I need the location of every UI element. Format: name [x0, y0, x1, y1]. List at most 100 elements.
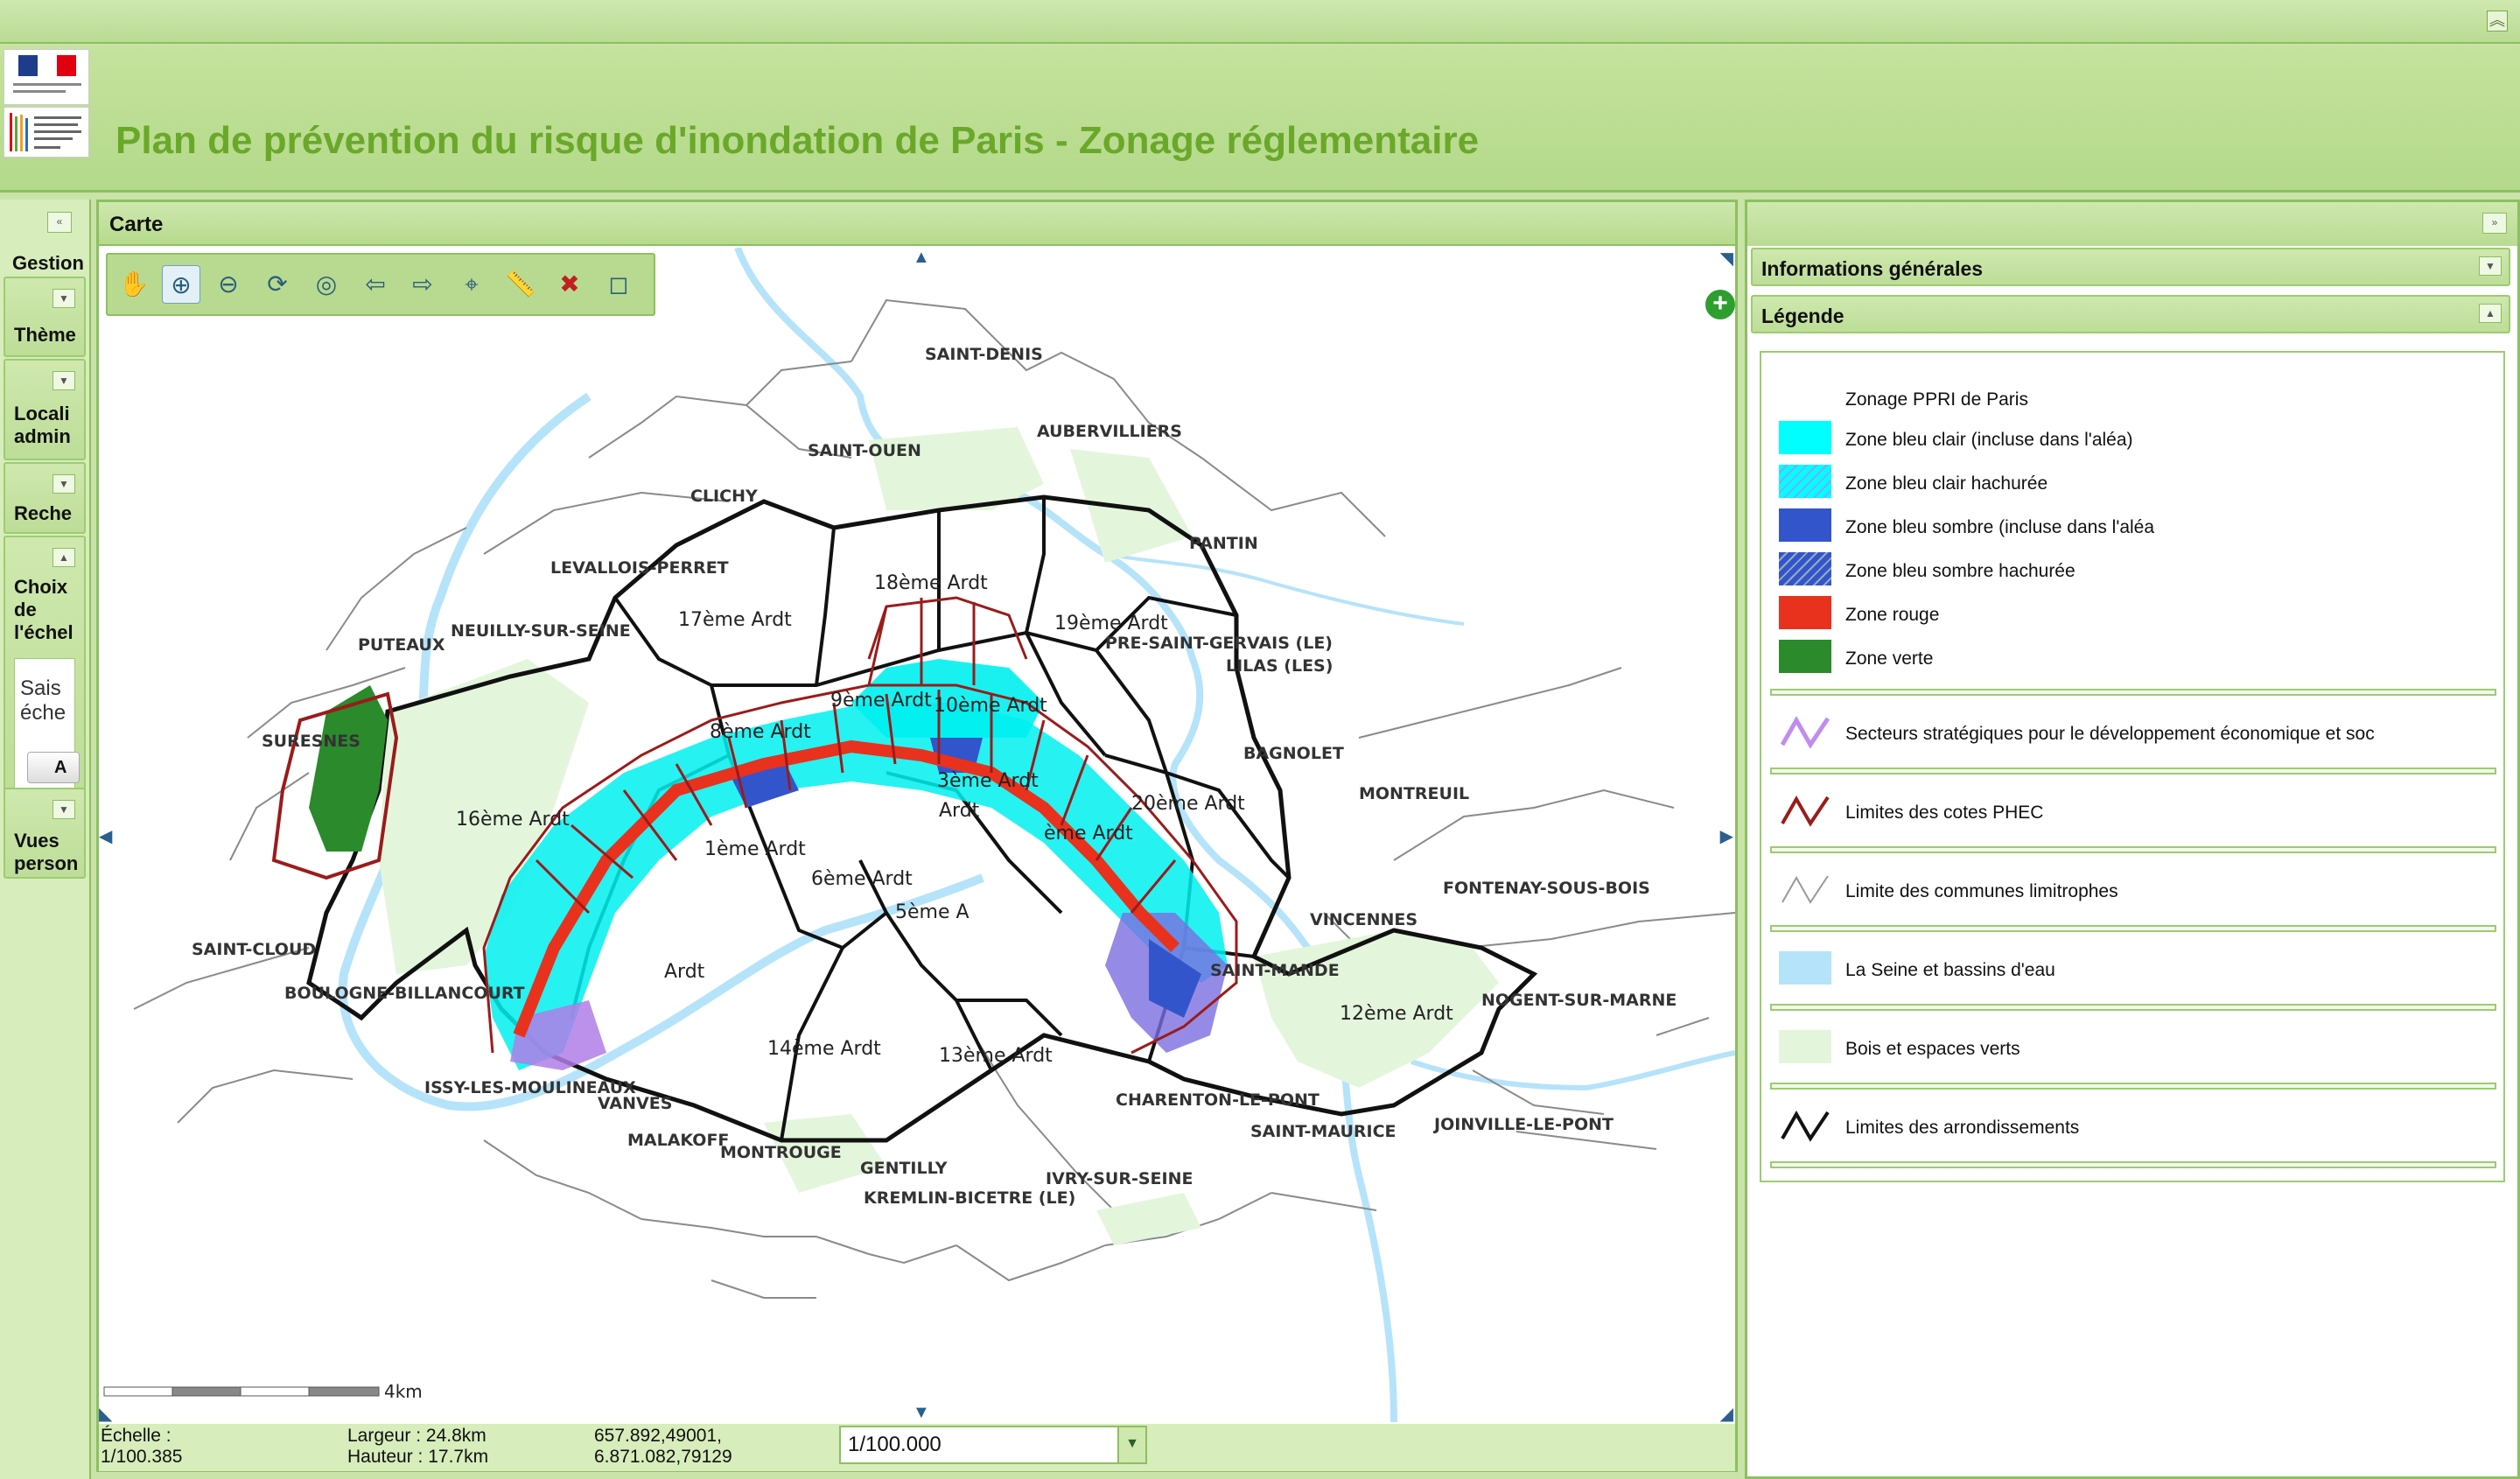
republique-logo — [4, 49, 89, 105]
map-label: 16ème Ardt — [456, 809, 570, 831]
info-generales-bar[interactable]: Informations générales ▼ — [1751, 248, 2510, 286]
legend-label: Limites des cotes PHEC — [1845, 803, 2044, 823]
section-label: Reche — [14, 502, 73, 524]
scale-select[interactable]: 1/100.000 ▼ — [839, 1426, 1147, 1464]
apply-scale-button[interactable]: A — [27, 752, 80, 783]
scale-form: Sais éche A — [14, 658, 80, 795]
map-label: PANTIN — [1189, 534, 1258, 553]
previous-view-icon[interactable]: ⇦ — [356, 265, 395, 304]
swatch-bois — [1779, 1030, 1831, 1063]
map-label: VANVES — [598, 1094, 672, 1113]
swatch-secteurs — [1780, 715, 1830, 748]
map-label: JOINVILLE-LE-PONT — [1432, 1115, 1614, 1134]
chevron-down-icon[interactable]: ▼ — [52, 474, 75, 494]
swatch-verte — [1779, 640, 1831, 673]
swatch-bleu-sombre-hachure — [1779, 552, 1831, 585]
map-label: 13ème Ardt — [939, 1045, 1053, 1067]
section-label: Locali admin — [14, 403, 71, 447]
chevron-down-icon[interactable]: ▼ — [52, 800, 75, 819]
left-panel: « Gestion ▼ Thème ▼ Locali admin ▼ Reche… — [0, 200, 91, 1479]
map-label: SAINT-CLOUD — [192, 940, 316, 959]
next-view-icon[interactable]: ⇨ — [403, 265, 442, 304]
pan-west-icon[interactable]: ◀ — [99, 825, 112, 847]
map-label: 8ème Ardt — [710, 721, 811, 743]
pan-hand-icon[interactable]: ✋ — [115, 265, 153, 304]
pan-north-icon[interactable]: ▲ — [913, 248, 930, 268]
double-chevron-left-icon[interactable]: « — [47, 212, 72, 233]
chevron-down-icon[interactable]: ▼ — [52, 371, 75, 390]
legend-separator — [1770, 1083, 2496, 1090]
map-label: VINCENNES — [1310, 910, 1418, 929]
pan-northeast-icon[interactable]: ◥ — [1720, 248, 1733, 270]
page-title: Plan de prévention du risque d'inondatio… — [116, 119, 1480, 162]
legend-separator — [1770, 1161, 2496, 1168]
coordinate-x: 657.892,49001, — [594, 1426, 722, 1446]
legend-label: Secteurs stratégiques pour le développem… — [1845, 724, 2375, 744]
map-label: 5ème A — [895, 901, 970, 923]
section-recherche[interactable]: ▼ Reche — [4, 462, 86, 534]
map-label: NOGENT-SUR-MARNE — [1481, 991, 1676, 1010]
map-toolbar: ✋ ⊕ ⊖ ⟳ ◎ ⇦ ⇨ ⌖ 📏 ✖ ◻ — [106, 253, 655, 316]
section-theme[interactable]: ▼ Thème — [4, 277, 86, 357]
chevron-down-icon[interactable]: ▼ — [1117, 1427, 1145, 1462]
legend-separator — [1770, 1004, 2496, 1011]
section-label: Vues person — [14, 830, 79, 874]
map-label: Ardt — [664, 961, 705, 983]
map-label: LEVALLOIS-PERRET — [550, 558, 729, 578]
map-label: NEUILLY-SUR-SEINE — [451, 621, 631, 641]
scale-label: Échelle : — [101, 1426, 172, 1446]
legende-bar[interactable]: Légende ▲ — [1751, 295, 2510, 333]
zoom-out-icon[interactable]: ⊖ — [209, 265, 248, 304]
map-label: AUBERVILLIERS — [1037, 422, 1182, 441]
section-choix-echelle[interactable]: ▲ Choix de l'échel Sais éche A — [4, 536, 86, 803]
legend-label: Zone bleu sombre hachurée — [1845, 561, 2076, 581]
legend-label: La Seine et bassins d'eau — [1845, 960, 2055, 980]
status-bar: Échelle : 1/100.385 Largeur : 24.8km Hau… — [99, 1424, 1735, 1471]
map-label: CHARENTON-LE-PONT — [1116, 1090, 1320, 1110]
map-label: SAINT-DENIS — [925, 345, 1043, 364]
clear-icon[interactable]: ✖ — [550, 265, 589, 304]
drieat-logo — [4, 107, 89, 158]
map-label: PRE-SAINT-GERVAIS (LE) — [1105, 634, 1333, 653]
coordinate-y: 6.871.082,79129 — [594, 1447, 732, 1467]
fullscreen-icon[interactable]: ◻ — [599, 265, 638, 304]
flood-zones — [484, 659, 1228, 1070]
map-label: GENTILLY — [860, 1159, 948, 1178]
legend-box: Zonage PPRI de Paris Zone bleu clair (in… — [1760, 351, 2505, 1182]
pan-southeast-icon[interactable]: ◢ — [1720, 1403, 1733, 1422]
measure-icon[interactable]: 📏 — [501, 265, 540, 304]
add-layer-icon[interactable]: + — [1705, 290, 1735, 319]
swatch-bleu-sombre — [1779, 508, 1831, 542]
map-label: MALAKOFF — [627, 1131, 729, 1150]
top-bar: ︽ — [0, 0, 2520, 44]
map-panel: Carte SAINT-DENIS AUBERVILLIERS SAINT-OU… — [96, 200, 1738, 1472]
section-vues[interactable]: ▼ Vues person — [4, 788, 86, 879]
map-label: Ardt — [939, 800, 980, 822]
double-chevron-right-icon[interactable]: » — [2482, 213, 2507, 234]
chevron-down-icon[interactable]: ▼ — [2479, 256, 2502, 276]
map-canvas[interactable]: SAINT-DENIS AUBERVILLIERS SAINT-OUEN CLI… — [99, 248, 1735, 1422]
chevron-up-icon[interactable]: ▲ — [2479, 304, 2502, 323]
map-label: PUTEAUX — [358, 635, 445, 655]
section-label: Choix de l'échel — [14, 576, 74, 643]
map-label: IVRY-SUR-SEINE — [1046, 1169, 1193, 1188]
zoom-extent-icon[interactable]: ◎ — [307, 265, 346, 304]
chevron-down-icon[interactable]: ▼ — [52, 289, 75, 308]
map-label: CLICHY — [690, 487, 758, 506]
swatch-rouge — [1779, 596, 1831, 629]
swatch-bleu-clair-hachure — [1779, 465, 1831, 498]
locate-xy-icon[interactable]: ⌖ — [452, 265, 491, 304]
pan-south-icon[interactable]: ▼ — [913, 1403, 930, 1422]
pan-southwest-icon[interactable]: ◣ — [99, 1403, 112, 1422]
swatch-bleu-clair — [1779, 421, 1831, 454]
chevron-up-icon[interactable]: ▲ — [52, 548, 75, 567]
zoom-in-icon[interactable]: ⊕ — [162, 265, 200, 304]
scale-input[interactable]: Sais éche — [20, 676, 66, 725]
legend-label: Limite des communes limitrophes — [1845, 881, 2118, 901]
map-label: LILAS (LES) — [1226, 656, 1333, 676]
double-chevron-up-icon[interactable]: ︽ — [2487, 11, 2508, 32]
map-svg: SAINT-DENIS AUBERVILLIERS SAINT-OUEN CLI… — [103, 248, 1735, 1422]
refresh-icon[interactable]: ⟳ — [258, 265, 297, 304]
pan-east-icon[interactable]: ▶ — [1720, 825, 1733, 847]
section-localisation[interactable]: ▼ Locali admin — [4, 359, 86, 460]
